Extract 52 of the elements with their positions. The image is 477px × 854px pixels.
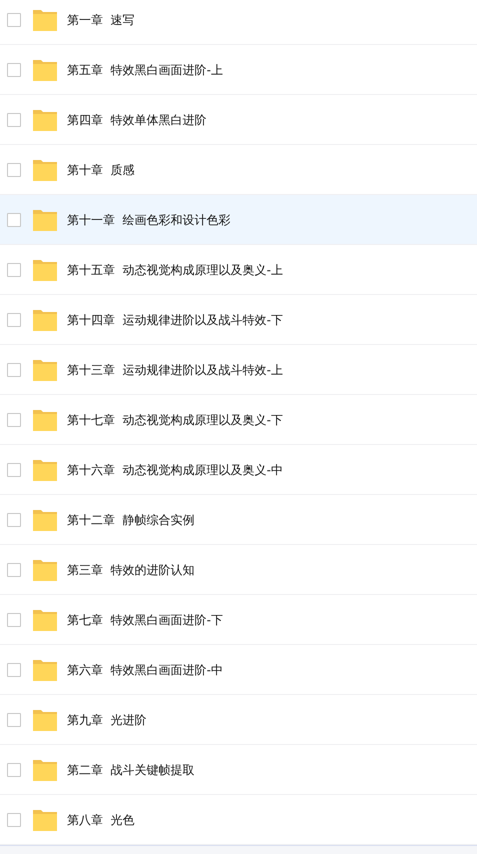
checkbox[interactable] bbox=[7, 462, 21, 476]
folder-icon bbox=[33, 758, 57, 780]
folder-icon bbox=[33, 258, 57, 280]
folder-name[interactable]: 第八章 光色 bbox=[67, 810, 135, 828]
checkbox[interactable] bbox=[7, 412, 21, 426]
folder-icon bbox=[33, 308, 57, 330]
folder-name[interactable]: 第五章 特效黑白画面进阶-上 bbox=[67, 60, 223, 78]
folder-name[interactable]: 第十六章 动态视觉构成原理以及奥义-中 bbox=[67, 460, 283, 478]
folder-icon bbox=[33, 408, 57, 430]
folder-icon bbox=[33, 458, 57, 480]
folder-name[interactable]: 第十七章 动态视觉构成原理以及奥义-下 bbox=[67, 410, 283, 428]
folder-name[interactable]: 第九章 光进阶 bbox=[67, 710, 147, 728]
checkbox[interactable] bbox=[7, 812, 21, 826]
folder-name[interactable]: 第二章 战斗关键帧提取 bbox=[67, 760, 195, 778]
folder-icon bbox=[33, 58, 57, 80]
folder-name[interactable]: 第十三章 运动规律进阶以及战斗特效-上 bbox=[67, 360, 283, 378]
folder-icon bbox=[33, 158, 57, 180]
folder-name[interactable]: 第十二章 静帧综合实例 bbox=[67, 510, 195, 528]
checkbox[interactable] bbox=[7, 62, 21, 76]
folder-icon bbox=[33, 708, 57, 730]
folder-icon bbox=[33, 508, 57, 530]
checkbox[interactable] bbox=[7, 12, 21, 26]
folder-icon bbox=[33, 208, 57, 230]
folder-name[interactable]: 第十五章 动态视觉构成原理以及奥义-上 bbox=[67, 260, 283, 278]
folder-icon bbox=[33, 108, 57, 130]
folder-name[interactable]: 第十章 质感 bbox=[67, 160, 135, 178]
checkbox[interactable] bbox=[7, 362, 21, 376]
checkbox[interactable] bbox=[7, 512, 21, 526]
checkbox[interactable] bbox=[7, 762, 21, 776]
folder-name[interactable]: 第十一章 绘画色彩和设计色彩 bbox=[67, 210, 231, 228]
folder-name[interactable]: 第七章 特效黑白画面进阶-下 bbox=[67, 610, 223, 628]
checkbox[interactable] bbox=[7, 562, 21, 576]
folder-icon bbox=[33, 608, 57, 630]
folder-name[interactable]: 第三章 特效的进阶认知 bbox=[67, 560, 195, 578]
folder-icon bbox=[33, 558, 57, 580]
folder-icon bbox=[33, 8, 57, 30]
checkbox[interactable] bbox=[7, 312, 21, 326]
folder-name[interactable]: 第一章 速写 bbox=[67, 10, 135, 28]
folder-icon bbox=[33, 658, 57, 680]
folder-name[interactable]: 第六章 特效黑白画面进阶-中 bbox=[67, 660, 223, 678]
checkbox[interactable] bbox=[7, 612, 21, 626]
checkbox[interactable] bbox=[7, 212, 21, 226]
checkbox[interactable] bbox=[7, 112, 21, 126]
checkbox[interactable] bbox=[7, 162, 21, 176]
checkbox[interactable] bbox=[7, 262, 21, 276]
folder-name[interactable]: 第四章 特效单体黑白进阶 bbox=[67, 110, 207, 128]
folder-icon bbox=[33, 808, 57, 830]
file-row[interactable]: 第十一章 绘画色彩和设计色彩 bbox=[0, 195, 477, 245]
checkbox[interactable] bbox=[7, 712, 21, 726]
folder-name[interactable]: 第十四章 运动规律进阶以及战斗特效-下 bbox=[67, 310, 283, 328]
folder-icon bbox=[33, 358, 57, 380]
checkbox[interactable] bbox=[7, 662, 21, 676]
